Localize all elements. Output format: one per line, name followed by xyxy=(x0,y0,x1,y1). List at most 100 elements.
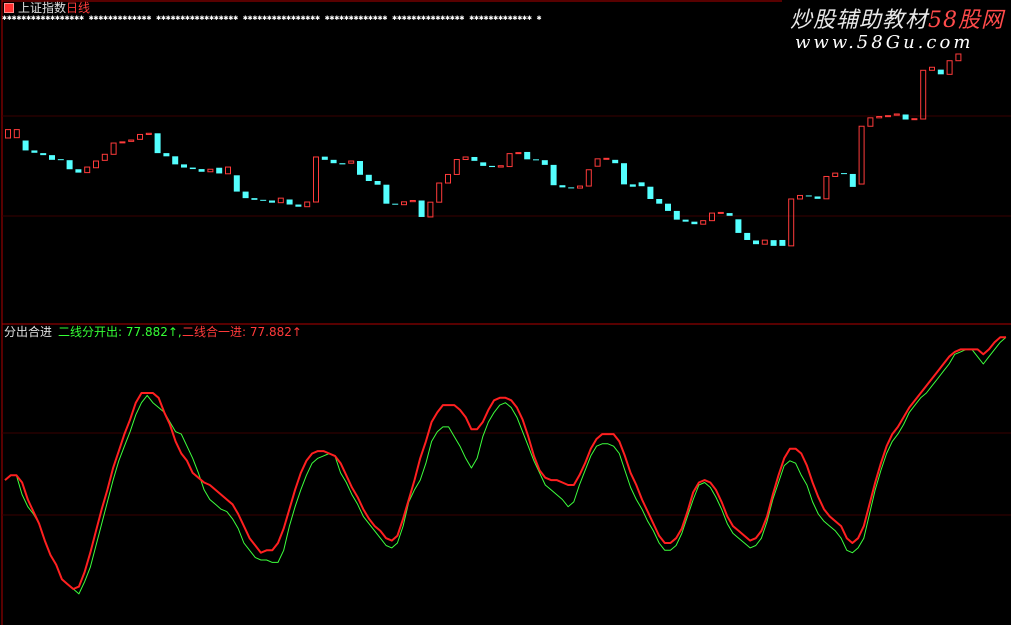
candle-up xyxy=(700,220,707,225)
candle-down xyxy=(629,184,636,187)
candle-down xyxy=(418,200,425,217)
candle-up xyxy=(13,129,20,139)
candle-down xyxy=(339,163,346,165)
watermark-text-main: 炒股辅助教材 xyxy=(790,8,929,33)
candle-up xyxy=(110,142,117,155)
candle-down xyxy=(374,181,381,185)
watermark-brand: 炒股辅助教材58股网 xyxy=(790,2,1004,34)
indicator-name: 分出合进 xyxy=(4,325,53,339)
candle-up xyxy=(594,158,601,167)
candle-down xyxy=(295,204,302,207)
candle-up xyxy=(797,194,803,200)
grid-lines xyxy=(2,115,1011,516)
candle-down xyxy=(550,164,557,186)
candle-up xyxy=(119,141,126,144)
candle-down xyxy=(181,164,187,168)
candle-down xyxy=(902,114,909,120)
candle-up xyxy=(101,153,108,161)
candle-down xyxy=(524,151,531,160)
candle-up xyxy=(946,60,953,75)
candle-down xyxy=(673,210,680,220)
candlestick-series xyxy=(5,53,962,247)
candle-down xyxy=(691,221,698,225)
candle-up xyxy=(436,182,443,203)
chart-frame xyxy=(1,0,1011,625)
line-series-green xyxy=(4,336,1007,595)
candle-down xyxy=(189,167,196,170)
candle-down xyxy=(805,195,812,197)
candle-down xyxy=(735,219,742,233)
candle-up xyxy=(832,172,839,177)
watermark-text-site: 58股网 xyxy=(928,8,1005,33)
candle-down xyxy=(814,196,821,199)
candle-up xyxy=(577,185,583,189)
candle-up xyxy=(955,53,962,62)
candle-up xyxy=(876,115,883,119)
candle-up xyxy=(515,152,522,155)
candle-down xyxy=(31,150,38,153)
candle-down xyxy=(357,161,363,175)
candle-down xyxy=(849,173,856,187)
candle-up xyxy=(867,117,874,127)
candle-up xyxy=(225,166,231,175)
candle-down xyxy=(260,199,267,201)
signal-marker-row: ✱✱✱✱✱✱✱✱✱✱✱✱✱✱✱✱✱ ✱✱✱✱✱✱✱✱✱✱✱✱✱ ✱✱✱✱✱✱✱✱… xyxy=(2,13,542,22)
candle-up xyxy=(427,201,434,218)
candle-down xyxy=(471,156,478,161)
candle-up xyxy=(885,115,891,118)
candle-down xyxy=(744,232,751,240)
candle-down xyxy=(612,159,619,164)
candle-up xyxy=(462,156,469,161)
candle-up xyxy=(585,169,592,187)
candle-down xyxy=(770,240,777,246)
candle-up xyxy=(313,156,319,203)
candle-down xyxy=(22,140,29,151)
candle-down xyxy=(49,155,55,160)
candle-up xyxy=(84,166,91,174)
line-series-red xyxy=(4,336,1006,590)
candle-down xyxy=(216,167,223,174)
candle-down xyxy=(365,174,372,182)
candle-up xyxy=(920,69,927,120)
candle-up xyxy=(717,211,724,214)
candle-up xyxy=(761,239,768,245)
watermark-url: www.58Gu.com xyxy=(795,32,974,53)
candle-down xyxy=(242,191,249,199)
candle-down xyxy=(480,162,487,166)
candle-down xyxy=(321,156,328,160)
candle-down xyxy=(647,186,654,199)
candle-down xyxy=(269,200,275,203)
candle-down xyxy=(233,175,240,192)
candle-up xyxy=(137,133,143,140)
candle-up xyxy=(5,129,11,139)
candle-up xyxy=(401,201,407,206)
candle-down xyxy=(568,187,575,189)
candle-down xyxy=(40,153,47,156)
candle-up xyxy=(823,175,830,200)
candle-up xyxy=(348,160,355,164)
candle-down xyxy=(665,203,671,211)
indicator-lines xyxy=(4,336,1007,595)
candle-down xyxy=(638,182,645,187)
candle-down xyxy=(251,198,258,200)
candle-down xyxy=(559,185,566,188)
candle-down xyxy=(937,69,944,75)
candle-up xyxy=(207,168,214,173)
candle-down xyxy=(163,153,170,157)
candle-up xyxy=(506,153,513,168)
candle-down xyxy=(726,213,733,216)
candle-down xyxy=(154,133,161,154)
candle-down xyxy=(541,160,548,165)
candle-up xyxy=(145,132,152,135)
window-close-icon[interactable] xyxy=(4,3,14,13)
candle-down xyxy=(656,198,663,204)
candle-up xyxy=(788,198,795,247)
candle-down xyxy=(66,160,73,170)
candle-down xyxy=(841,173,847,175)
candle-up xyxy=(93,160,99,169)
candle-down xyxy=(489,165,495,168)
candle-up xyxy=(497,165,504,168)
candle-up xyxy=(893,113,900,116)
candle-down xyxy=(286,199,293,205)
candle-up xyxy=(445,173,451,184)
